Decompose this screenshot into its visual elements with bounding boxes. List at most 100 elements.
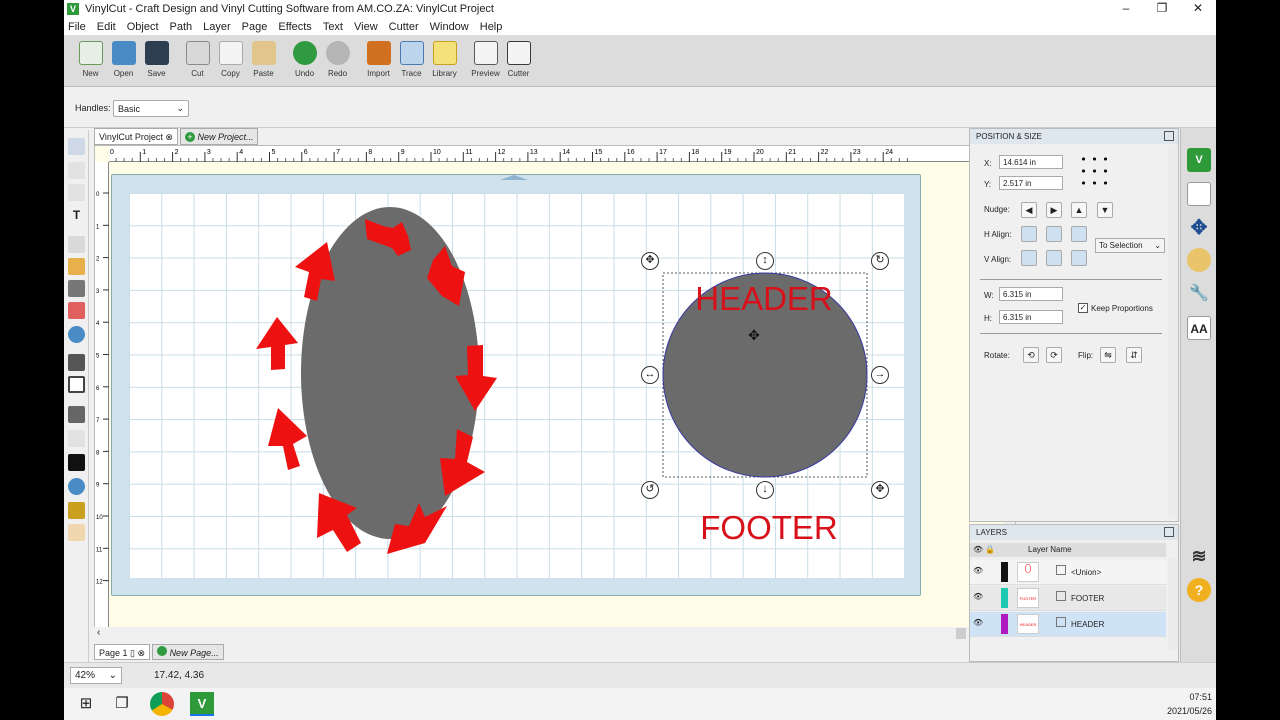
menu-edit[interactable]: Edit	[97, 21, 116, 33]
canvas-area[interactable]: 0 1 2 3 4 5 6 7 8 9 10 11 12 13 14 15 16 17 18 19 20 21 22 23 24…	[94, 145, 1016, 641]
menu-help[interactable]: Help	[480, 21, 503, 33]
eyedropper-tool-icon[interactable]	[68, 354, 85, 371]
tools-wrench-icon[interactable]: 🔧	[1187, 282, 1211, 306]
undock-panel-icon[interactable]	[1164, 131, 1174, 141]
copy-button[interactable]: Copy	[214, 35, 247, 85]
vinylcut-logo-icon[interactable]: V	[1187, 148, 1211, 172]
vinylcut-taskbar-icon[interactable]: V	[190, 692, 214, 716]
nudge-down-button[interactable]: ▼	[1097, 202, 1113, 218]
tab-new-page[interactable]: New Page...	[152, 644, 224, 660]
scale-right-handle-icon[interactable]: →	[871, 366, 889, 384]
close-button[interactable]: ✕	[1180, 0, 1216, 18]
nudge-right-button[interactable]: ▶	[1046, 202, 1062, 218]
header-text-shape[interactable]: HEADER	[695, 280, 833, 317]
new-button[interactable]: New	[74, 35, 107, 85]
tab-new-project[interactable]: + New Project...	[179, 128, 259, 145]
align-center-h-icon[interactable]	[1046, 226, 1062, 242]
redo-button[interactable]: Redo	[321, 35, 354, 85]
menu-object[interactable]: Object	[127, 21, 159, 33]
rotate-bottom-left-handle-icon[interactable]: ↺	[641, 481, 659, 499]
align-center-v-icon[interactable]	[1046, 250, 1062, 266]
flip-horizontal-icon[interactable]: ⇋	[1100, 347, 1116, 363]
scale-horizontal-handle-icon[interactable]: ↔	[641, 366, 659, 384]
import-button[interactable]: Import	[362, 35, 395, 85]
layer-color-swatch[interactable]	[1001, 562, 1008, 582]
help-icon[interactable]: ?	[1187, 578, 1211, 602]
align-target-select[interactable]: To Selection ⌄	[1095, 238, 1165, 253]
menu-window[interactable]: Window	[430, 21, 469, 33]
scale-bottom-handle-icon[interactable]: ↓	[756, 481, 774, 499]
tab-page-1[interactable]: Page 1 ▯ ⊗	[94, 644, 151, 660]
system-clock[interactable]: 07:51 2021/05/26	[1167, 690, 1212, 718]
weld-tool-icon[interactable]	[68, 430, 85, 447]
scroll-left-icon[interactable]: ‹	[97, 627, 100, 638]
panel-scrollbar[interactable]	[1168, 145, 1178, 519]
layer-row-selected[interactable]: 👁 HEADER HEADER	[970, 612, 1166, 637]
rotate-left-icon[interactable]: ⟲	[1023, 347, 1039, 363]
cutter-button[interactable]: Cutter	[502, 35, 535, 85]
zoom-tool-icon[interactable]	[68, 478, 85, 495]
text-panel-icon[interactable]: AA	[1187, 316, 1211, 340]
menu-file[interactable]: File	[68, 21, 86, 33]
close-tab-icon[interactable]: ⊗	[165, 132, 173, 142]
minimize-button[interactable]: –	[1108, 0, 1144, 18]
horizontal-scrollbar[interactable]: ‹ ›	[94, 627, 1016, 641]
flip-vertical-icon[interactable]: ⇵	[1126, 347, 1142, 363]
visibility-eye-icon[interactable]: 👁	[973, 618, 983, 627]
chrome-icon[interactable]	[150, 692, 174, 716]
nudge-left-button[interactable]: ◀	[1021, 202, 1037, 218]
layers-panel-icon[interactable]: ≋	[1187, 544, 1211, 568]
menu-page[interactable]: Page	[242, 21, 268, 33]
zoom-select[interactable]: 42% ⌄	[70, 667, 122, 684]
brush-tool-icon[interactable]	[68, 280, 85, 297]
reference-point-grid[interactable]	[1078, 153, 1110, 189]
tab-vinylcut-project[interactable]: VinylCut Project ⊗	[94, 128, 178, 145]
menu-layer[interactable]: Layer	[203, 21, 231, 33]
save-button[interactable]: Save	[140, 35, 173, 85]
restore-button[interactable]: ❐	[1144, 0, 1180, 18]
text-tool-icon[interactable]: T	[68, 208, 85, 225]
measure-tool-icon[interactable]	[68, 502, 85, 519]
keep-proportions-checkbox[interactable]: ✓	[1078, 303, 1088, 313]
cut-button[interactable]: Cut	[181, 35, 214, 85]
rectangle-tool-icon[interactable]	[68, 376, 85, 393]
rotate-right-icon[interactable]: ⟳	[1046, 347, 1062, 363]
transform-tool-icon[interactable]	[68, 184, 85, 201]
node-edit-tool-icon[interactable]	[68, 162, 85, 179]
menu-text[interactable]: Text	[323, 21, 343, 33]
open-button[interactable]: Open	[107, 35, 140, 85]
footer-text-shape[interactable]: FOOTER	[700, 509, 838, 546]
menu-path[interactable]: Path	[170, 21, 193, 33]
align-left-icon[interactable]	[1021, 226, 1037, 242]
menu-cutter[interactable]: Cutter	[389, 21, 419, 33]
select-tool-icon[interactable]	[68, 138, 85, 155]
task-view-icon[interactable]: ❐	[110, 692, 134, 716]
menu-view[interactable]: View	[354, 21, 378, 33]
move-handle-icon[interactable]: ✥	[641, 252, 659, 270]
align-top-icon[interactable]	[1021, 250, 1037, 266]
color-palette-icon[interactable]	[1187, 248, 1211, 272]
x-input[interactable]: 14.614 in	[999, 155, 1063, 169]
contour-tool-icon[interactable]	[68, 454, 85, 471]
position-size-panel-icon[interactable]: ✥	[1187, 216, 1211, 240]
eraser-tool-icon[interactable]	[68, 302, 85, 319]
menu-effects[interactable]: Effects	[278, 21, 311, 33]
resize-corner-handle-icon[interactable]: ✥	[871, 481, 889, 499]
ellipse-tool-icon[interactable]	[68, 326, 85, 343]
knife-tool-icon[interactable]	[68, 406, 85, 423]
layer-row[interactable]: 👁 ⬯ <Union>	[970, 560, 1166, 585]
handles-select[interactable]: Basic ⌄	[113, 100, 189, 117]
scale-vertical-handle-icon[interactable]: ↕	[756, 252, 774, 270]
scroll-thumb[interactable]	[956, 628, 966, 639]
nudge-up-button[interactable]: ▲	[1071, 202, 1087, 218]
undock-layers-icon[interactable]	[1164, 527, 1174, 537]
page-panel-icon[interactable]	[1187, 182, 1211, 206]
layers-scrollbar[interactable]	[1168, 558, 1178, 650]
layer-color-swatch[interactable]	[1001, 588, 1008, 608]
height-input[interactable]: 6.315 in	[999, 310, 1063, 324]
width-input[interactable]: 6.315 in	[999, 287, 1063, 301]
windows-start-icon[interactable]: ⊞	[74, 692, 98, 716]
paste-button[interactable]: Paste	[247, 35, 280, 85]
layer-color-swatch[interactable]	[1001, 614, 1008, 634]
pencil-tool-icon[interactable]	[68, 258, 85, 275]
